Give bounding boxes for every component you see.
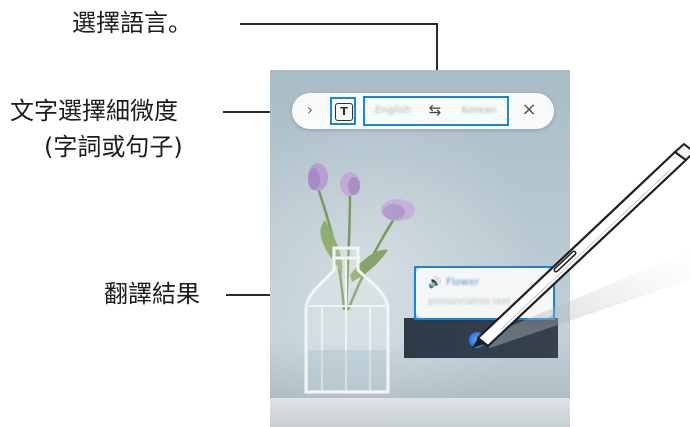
chevron-right-icon[interactable]: › — [303, 100, 317, 120]
granularity-highlight — [330, 97, 356, 125]
language-highlight — [363, 96, 509, 126]
table-surface — [270, 398, 570, 427]
leader-line-language-h — [240, 23, 438, 25]
callout-text-granularity: 文字選擇細微度 — [10, 97, 178, 125]
s-pen — [472, 142, 690, 348]
callout-translation-result: 翻譯結果 — [104, 280, 200, 308]
callout-text-granularity-note: (字詞或句子) — [44, 133, 183, 161]
callout-select-language: 選擇語言。 — [72, 9, 192, 37]
close-icon[interactable]: × — [520, 99, 538, 121]
